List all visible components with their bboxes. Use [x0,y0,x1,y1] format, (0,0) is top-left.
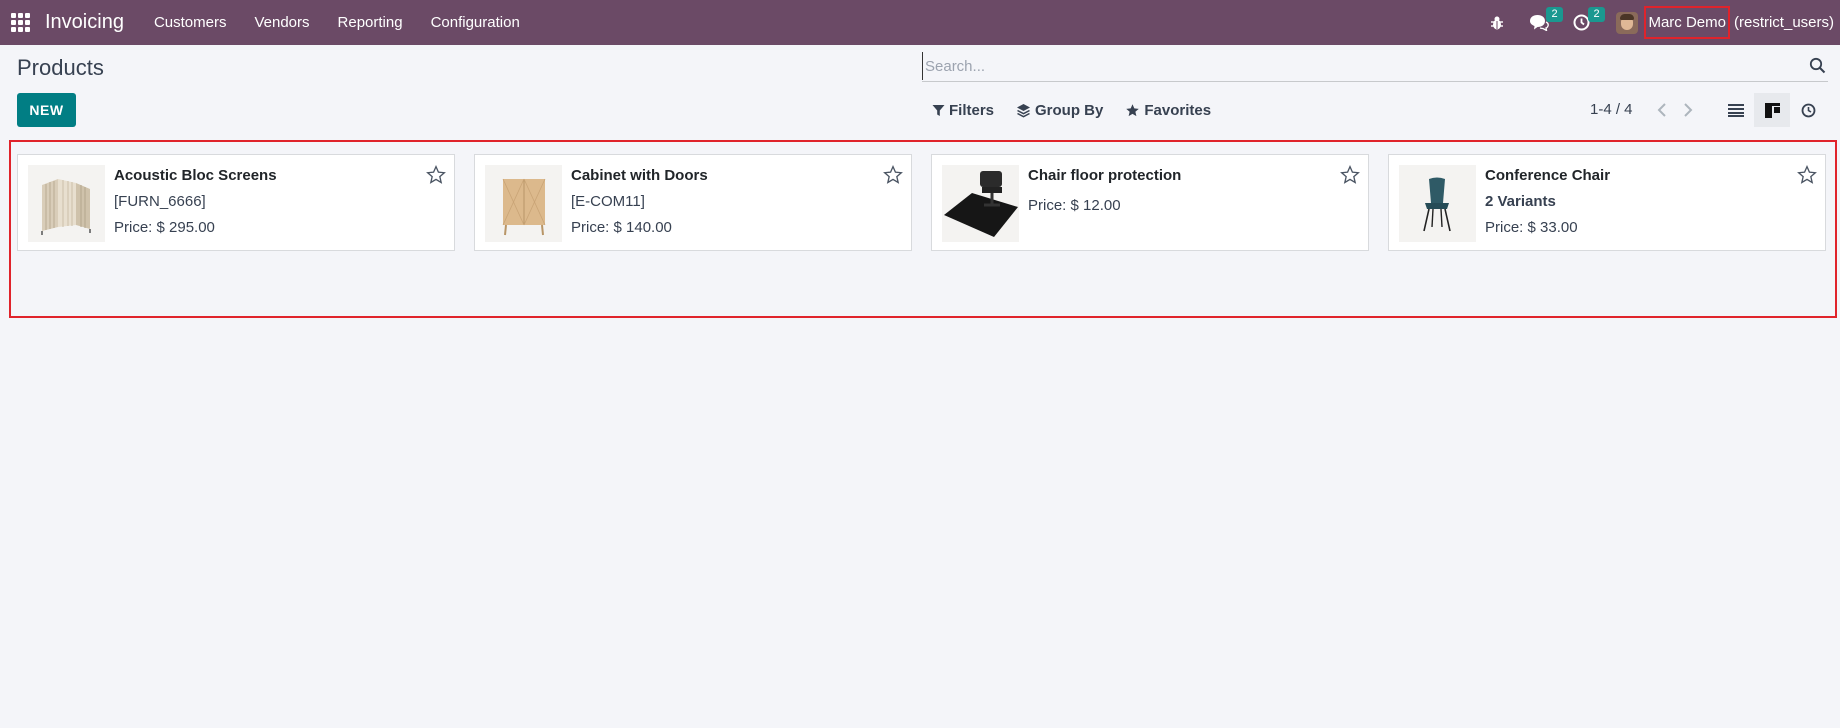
search-options: Filters Group By Favorites [932,102,1211,119]
group-by-button[interactable]: Group By [1016,102,1103,119]
new-button[interactable]: NEW [17,93,76,127]
filters-label: Filters [949,102,995,119]
product-price: Price: $ 140.00 [571,219,672,236]
app-brand[interactable]: Invoicing [45,11,124,34]
layers-icon [1017,104,1031,118]
product-variants: 2 Variants [1485,193,1556,210]
product-name: Acoustic Bloc Screens [114,167,277,184]
product-reference: [FURN_6666] [114,193,206,210]
page-title[interactable]: Products [17,55,104,81]
menu-reporting[interactable]: Reporting [324,14,417,31]
apps-menu-icon[interactable] [11,12,31,33]
favorite-star-icon[interactable] [1340,165,1360,189]
product-card[interactable]: Cabinet with Doors [E-COM11] Price: $ 14… [474,154,912,251]
menu-customers[interactable]: Customers [140,14,241,31]
product-card[interactable]: Conference Chair 2 Variants Price: $ 33.… [1388,154,1826,251]
kanban-view-icon[interactable] [1754,93,1790,127]
favorite-star-icon[interactable] [1797,165,1817,189]
top-navbar: Invoicing Customers Vendors Reporting Co… [0,0,1840,45]
debug-bug-icon[interactable] [1482,0,1512,45]
user-avatar[interactable] [1616,11,1639,34]
pager-value[interactable]: 1-4 / 4 [1590,101,1633,118]
list-view-icon[interactable] [1718,93,1754,127]
product-price: Price: $ 12.00 [1028,197,1121,214]
pager-next-icon[interactable] [1675,102,1701,117]
favorites-button[interactable]: Favorites [1125,102,1211,119]
menu-vendors[interactable]: Vendors [240,14,323,31]
messages-icon[interactable]: 2 [1524,0,1563,45]
product-image-acoustic-screen [28,165,105,242]
filters-button[interactable]: Filters [932,102,994,119]
product-reference: [E-COM11] [571,193,645,210]
product-name: Chair floor protection [1028,167,1182,184]
group-by-label: Group By [1035,102,1104,119]
menu-configuration[interactable]: Configuration [417,14,534,31]
search-icon[interactable] [1809,57,1826,78]
product-name: Conference Chair [1485,167,1611,184]
filter-funnel-icon [932,105,945,116]
user-name[interactable]: Marc Demo [1644,6,1730,39]
pager: 1-4 / 4 [1590,101,1701,118]
search-bar [922,52,1828,82]
product-price: Price: $ 295.00 [114,219,215,236]
activities-count-badge: 2 [1588,7,1605,22]
product-card[interactable]: Chair floor protection Price: $ 12.00 [931,154,1369,251]
favorite-star-icon[interactable] [883,165,903,189]
star-filled-icon [1126,104,1140,117]
product-image-cabinet [485,165,562,242]
product-price: Price: $ 33.00 [1485,219,1578,236]
favorite-star-icon[interactable] [426,165,446,189]
product-image-floor-mat [942,165,1019,242]
user-database-label[interactable]: (restrict_users) [1734,14,1834,31]
messages-count-badge: 2 [1546,7,1563,22]
favorites-label: Favorites [1144,102,1212,119]
pager-previous-icon[interactable] [1649,102,1675,117]
product-card[interactable]: Acoustic Bloc Screens [FURN_6666] Price:… [17,154,455,251]
kanban-view: Acoustic Bloc Screens [FURN_6666] Price:… [17,154,1826,251]
search-input[interactable] [922,52,1802,80]
activity-view-clock-icon[interactable] [1790,93,1826,127]
activities-clock-icon[interactable]: 2 [1566,0,1605,45]
view-switcher [1718,93,1826,127]
product-image-chair [1399,165,1476,242]
product-name: Cabinet with Doors [571,167,708,184]
